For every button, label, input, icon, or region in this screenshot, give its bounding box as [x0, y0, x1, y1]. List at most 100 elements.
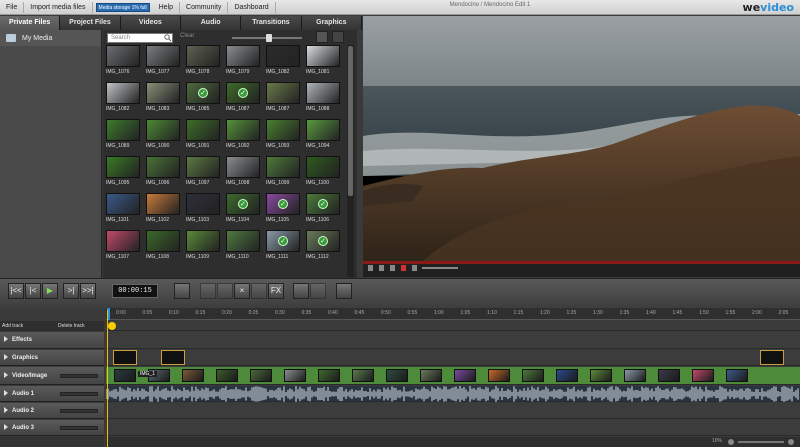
media-thumbnail[interactable]: IMG_1094	[306, 119, 340, 153]
tab-videos[interactable]: Videos	[120, 16, 181, 30]
media-thumbnail[interactable]: IMG_1107	[106, 230, 140, 264]
lane-audio1[interactable]	[105, 386, 800, 402]
media-thumbnail[interactable]: ✓ IMG_1087	[226, 82, 260, 116]
track-volume-slider[interactable]	[60, 409, 98, 413]
expand-arrow-icon[interactable]	[4, 424, 8, 431]
media-thumbnail[interactable]: ✓ IMG_1105	[266, 193, 300, 227]
tab-private-files[interactable]: Private Files	[0, 16, 61, 30]
media-thumbnail[interactable]: IMG_1108	[146, 230, 180, 264]
preview-progress-bar[interactable]	[363, 261, 800, 264]
graphic-clip[interactable]	[161, 350, 185, 365]
track-volume-slider[interactable]	[60, 374, 98, 378]
undo-icon[interactable]	[200, 283, 216, 299]
expand-arrow-icon[interactable]	[4, 407, 8, 414]
lane-graphics[interactable]	[106, 350, 800, 366]
media-thumbnail[interactable]: ✓ IMG_1085	[186, 82, 220, 116]
lane-audio3[interactable]	[106, 420, 800, 436]
preview-stop-icon[interactable]	[378, 264, 385, 272]
grid-view-icon[interactable]	[316, 31, 328, 43]
lane-audio2[interactable]	[106, 403, 800, 419]
menu-file[interactable]: File	[0, 1, 25, 13]
expand-arrow-icon[interactable]	[4, 336, 8, 343]
playhead-line[interactable]	[107, 310, 108, 447]
video-clip[interactable]	[352, 369, 374, 382]
video-clip[interactable]	[318, 369, 340, 382]
video-clip[interactable]	[590, 369, 612, 382]
tab-audio[interactable]: Audio	[180, 16, 242, 30]
delete-track-button[interactable]: Delete track	[58, 323, 85, 329]
media-thumbnail[interactable]: IMG_1098	[226, 156, 260, 190]
media-thumbnail[interactable]: IMG_1109	[186, 230, 220, 264]
track-volume-slider[interactable]	[60, 426, 98, 430]
go-to-end-button[interactable]: >>|	[80, 283, 96, 299]
zoom-out-icon[interactable]	[728, 439, 734, 445]
track-head-graphics[interactable]: Graphics	[0, 350, 104, 366]
media-thumbnail[interactable]: IMG_1082	[266, 45, 300, 79]
video-clip[interactable]	[216, 369, 238, 382]
video-clip[interactable]	[556, 369, 578, 382]
folder-my-media[interactable]: My Media	[0, 30, 101, 46]
track-head-audio3[interactable]: Audio 3	[0, 420, 104, 436]
media-thumbnail[interactable]: IMG_1090	[146, 119, 180, 153]
video-clip[interactable]	[182, 369, 204, 382]
media-thumbnail[interactable]: IMG_1082	[106, 82, 140, 116]
track-head-audio1[interactable]: Audio 1	[0, 386, 104, 402]
video-clip[interactable]	[658, 369, 680, 382]
media-thumbnail[interactable]: ✓ IMG_1106	[306, 193, 340, 227]
video-clip[interactable]	[624, 369, 646, 382]
step-forward-button[interactable]: >|	[63, 283, 79, 299]
media-thumbnail[interactable]: IMG_1097	[186, 156, 220, 190]
preview-play-icon[interactable]	[367, 264, 374, 272]
expand-arrow-icon[interactable]	[4, 354, 8, 361]
preview-record-icon[interactable]	[400, 264, 407, 272]
timeline-ruler[interactable]	[106, 308, 800, 320]
step-back-button[interactable]: |<	[25, 283, 41, 299]
add-track-button[interactable]: Add track	[2, 323, 23, 329]
media-thumbnail[interactable]: IMG_1092	[226, 119, 260, 153]
track-volume-slider[interactable]	[60, 392, 98, 396]
volume-icon[interactable]	[293, 283, 309, 299]
video-clip[interactable]	[692, 369, 714, 382]
media-thumbnail[interactable]: IMG_1076	[106, 45, 140, 79]
mute-icon[interactable]	[310, 283, 326, 299]
menu-community[interactable]: Community	[180, 1, 229, 13]
marker-icon[interactable]	[108, 322, 116, 330]
media-thumbnail[interactable]: IMG_1100	[306, 156, 340, 190]
go-to-start-button[interactable]: |<<	[8, 283, 24, 299]
media-thumbnail[interactable]: IMG_1093	[266, 119, 300, 153]
video-clip[interactable]	[726, 369, 748, 382]
video-clip[interactable]	[386, 369, 408, 382]
media-thumbnail[interactable]: IMG_1101	[106, 193, 140, 227]
media-thumbnail[interactable]: IMG_1083	[146, 82, 180, 116]
expand-arrow-icon[interactable]	[4, 372, 8, 379]
delete-icon[interactable]: ×	[234, 283, 250, 299]
expand-arrow-icon[interactable]	[4, 390, 8, 397]
lane-effects[interactable]	[106, 332, 800, 349]
preview-volume-slider[interactable]	[422, 267, 458, 269]
media-thumbnail[interactable]: IMG_1088	[306, 82, 340, 116]
preview-loop-icon[interactable]	[389, 264, 396, 272]
tab-project-files[interactable]: Project Files	[60, 16, 121, 30]
list-view-icon[interactable]	[332, 31, 344, 43]
video-clip[interactable]	[454, 369, 476, 382]
thumbnail-size-knob[interactable]	[266, 34, 272, 42]
tab-graphics[interactable]: Graphics	[301, 16, 362, 30]
media-thumbnail[interactable]: IMG_1095	[106, 156, 140, 190]
zoom-slider[interactable]	[738, 441, 784, 443]
media-thumbnail[interactable]: IMG_1087	[266, 82, 300, 116]
video-clip[interactable]	[488, 369, 510, 382]
track-head-video[interactable]: Video/Image	[0, 367, 104, 385]
lane-video[interactable]: IMG_1	[106, 367, 800, 385]
search-icon[interactable]	[164, 34, 172, 42]
redo-icon[interactable]	[217, 283, 233, 299]
graphic-clip[interactable]	[760, 350, 784, 365]
play-button[interactable]: ▶	[42, 283, 58, 299]
media-thumbnail[interactable]: IMG_1081	[306, 45, 340, 79]
video-clip[interactable]	[420, 369, 442, 382]
preview-volume-icon[interactable]	[411, 264, 418, 272]
tab-transitions[interactable]: Transitions	[241, 16, 302, 30]
video-clip[interactable]	[284, 369, 306, 382]
media-thumbnail[interactable]: IMG_1089	[106, 119, 140, 153]
media-thumbnail[interactable]: ✓ IMG_1112	[306, 230, 340, 264]
video-clip[interactable]	[114, 369, 136, 382]
